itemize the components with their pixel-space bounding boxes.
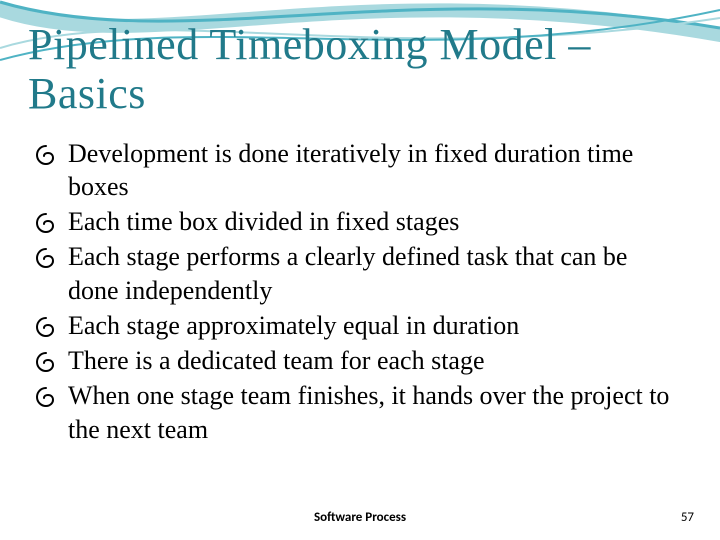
list-item: Each stage approximately equal in durati… bbox=[34, 309, 682, 342]
list-item: Development is done iteratively in fixed… bbox=[34, 137, 682, 204]
page-number: 57 bbox=[681, 510, 694, 525]
list-item-text: Each time box divided in fixed stages bbox=[68, 207, 459, 236]
swirl-icon bbox=[34, 384, 58, 408]
slide: Pipelined Timeboxing Model – Basics Deve… bbox=[0, 0, 720, 540]
swirl-icon bbox=[34, 245, 58, 269]
swirl-icon bbox=[34, 210, 58, 234]
list-item: Each stage performs a clearly defined ta… bbox=[34, 240, 682, 307]
footer-text: Software Process bbox=[0, 510, 720, 525]
list-item-text: There is a dedicated team for each stage bbox=[68, 346, 485, 375]
page-title: Pipelined Timeboxing Model – Basics bbox=[28, 20, 692, 119]
list-item: When one stage team finishes, it hands o… bbox=[34, 379, 682, 446]
list-item-text: Development is done iteratively in fixed… bbox=[68, 139, 633, 201]
swirl-icon bbox=[34, 349, 58, 373]
list-item: Each time box divided in fixed stages bbox=[34, 205, 682, 238]
list-item-text: When one stage team finishes, it hands o… bbox=[68, 381, 669, 443]
bullet-list: Development is done iteratively in fixed… bbox=[28, 137, 692, 446]
list-item-text: Each stage approximately equal in durati… bbox=[68, 311, 519, 340]
list-item: There is a dedicated team for each stage bbox=[34, 344, 682, 377]
swirl-icon bbox=[34, 142, 58, 166]
list-item-text: Each stage performs a clearly defined ta… bbox=[68, 242, 627, 304]
content-area: Pipelined Timeboxing Model – Basics Deve… bbox=[0, 0, 720, 446]
swirl-icon bbox=[34, 314, 58, 338]
